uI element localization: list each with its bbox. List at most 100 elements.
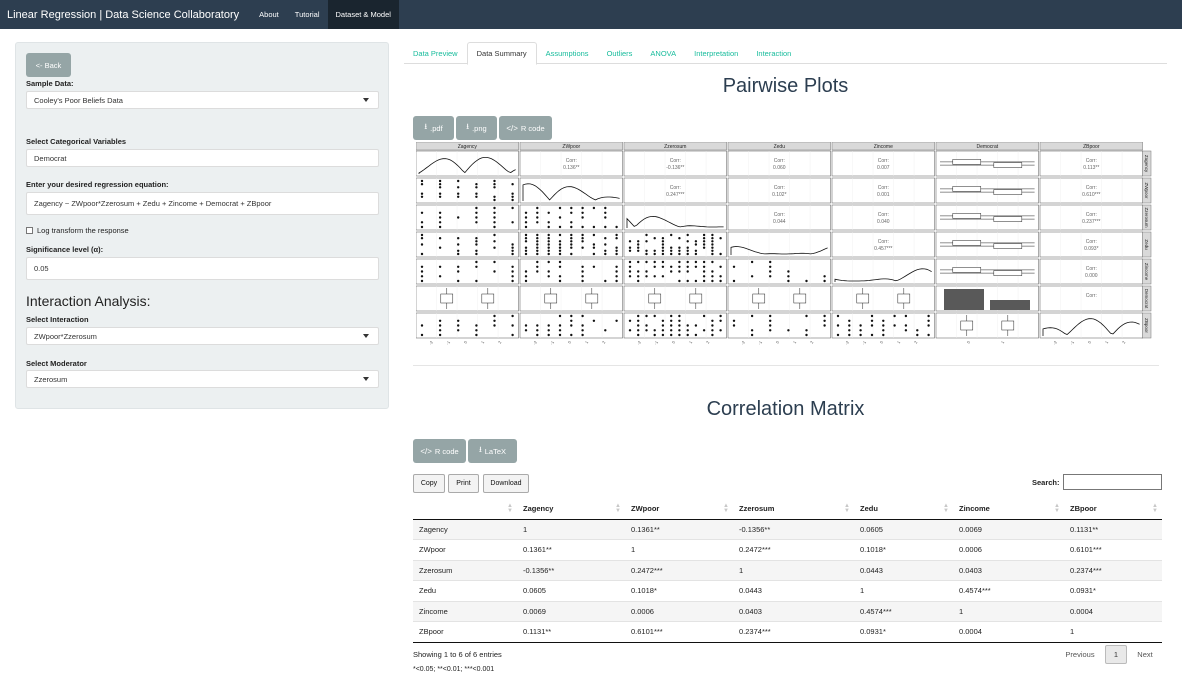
boxplot-box [856, 293, 870, 304]
scatter-point [457, 237, 460, 240]
scatter-point [438, 211, 442, 214]
search-input[interactable] [1063, 474, 1162, 490]
table-cell: 0.0006 [953, 539, 1064, 560]
scatter-point [493, 270, 496, 273]
boxplot-box [897, 293, 911, 304]
panel: Corr:-0.136** [623, 150, 727, 177]
tab-outliers[interactable]: Outliers [598, 42, 642, 64]
back-button[interactable]: <- Back [26, 53, 71, 77]
scatter-point [558, 329, 562, 332]
scatter-point [702, 275, 706, 278]
scatter-point [628, 265, 632, 268]
copy-button[interactable]: Copy [413, 474, 445, 493]
previous-page-button[interactable]: Previous [1060, 645, 1100, 664]
scatter-point [732, 319, 736, 322]
scatter-point [694, 324, 698, 327]
panel [935, 231, 1039, 258]
scatter-point [628, 275, 632, 278]
column-header[interactable]: Zagency ▲ ▼ [517, 498, 625, 520]
next-page-button[interactable]: Next [1131, 645, 1159, 664]
app-brand[interactable]: Linear Regression | Data Science Collabo… [0, 0, 251, 29]
panel [519, 258, 623, 285]
scatter-point [711, 324, 714, 327]
download-button[interactable]: Download [483, 474, 529, 493]
tab-interpretation[interactable]: Interpretation [685, 42, 747, 64]
scatter-point [570, 233, 573, 237]
x-tick-label: -1 [861, 339, 867, 345]
tab-anova[interactable]: ANOVA [641, 42, 685, 64]
panel [623, 285, 727, 312]
download-png-button[interactable]: ⭳ .png [456, 116, 497, 140]
sample-data-select[interactable]: Cooley's Poor Beliefs Data [26, 91, 379, 109]
scatter-point [524, 275, 528, 278]
column-header[interactable]: ZBpoor ▲ ▼ [1064, 498, 1162, 520]
scatter-point [893, 314, 896, 318]
x-tick-label: 2 [497, 339, 503, 344]
scatter-point [686, 249, 689, 252]
scatter-point [570, 319, 573, 322]
strip-label: Democrat [976, 144, 998, 150]
table-cell: 0.6101*** [1064, 539, 1162, 560]
pairwise-rcode-button[interactable]: </> R code [499, 116, 552, 140]
current-page-button[interactable]: 1 [1105, 645, 1127, 664]
interaction-select[interactable]: ZWpoor*Zzerosum [26, 327, 379, 345]
panel: Corr:0.007 [831, 150, 935, 177]
scatter-point [570, 211, 573, 214]
scatter-point [670, 319, 673, 322]
scatter-point [694, 265, 698, 268]
scatter-point [670, 249, 673, 252]
tab-data-preview[interactable]: Data Preview [404, 42, 467, 64]
equation-input[interactable]: Zagency ~ ZWpoor*Zzerosum + Zedu + Zinco… [26, 192, 379, 215]
categorical-input[interactable]: Democrat [26, 149, 379, 167]
scatter-point [686, 260, 689, 264]
log-transform-row[interactable]: Log transform the response [26, 226, 129, 235]
column-header[interactable]: ZWpoor ▲ ▼ [625, 498, 733, 520]
tab-assumptions[interactable]: Assumptions [537, 42, 598, 64]
print-button[interactable]: Print [448, 474, 479, 493]
scatter-point [511, 249, 514, 252]
boxplot-box [481, 293, 495, 304]
panel [935, 204, 1039, 231]
log-transform-checkbox[interactable] [26, 227, 33, 234]
tab-data-summary[interactable]: Data Summary [466, 42, 537, 65]
column-header[interactable]: ▲ ▼ [413, 498, 517, 520]
scatter-point [769, 260, 772, 264]
correlation-title: Correlation Matrix [706, 398, 865, 420]
latex-button[interactable]: ⭳ LaTeX [468, 439, 517, 463]
scatter-point [848, 324, 851, 327]
moderator-select[interactable]: Zzerosum [26, 370, 379, 388]
scatter-point [637, 279, 640, 283]
scatter-point [904, 324, 908, 327]
scatter-point [581, 246, 584, 249]
scatter-point [457, 329, 460, 332]
tab-interaction[interactable]: Interaction [747, 42, 800, 64]
x-tick-label: 2 [705, 339, 711, 344]
row-strip: Zincome [1141, 258, 1152, 285]
column-header[interactable]: Zedu ▲ ▼ [854, 498, 953, 520]
table-cell: 0.0443 [854, 559, 953, 581]
scatter-point [628, 249, 632, 252]
scatter-point [592, 206, 596, 210]
column-header[interactable]: Zincome ▲ ▼ [953, 498, 1064, 520]
significance-input[interactable]: 0.05 [26, 257, 379, 280]
scatter-point [457, 192, 460, 195]
table-cell: Zzerosum [413, 559, 517, 581]
scatter-point [637, 329, 640, 332]
panel-bg [416, 312, 519, 339]
corr-label: Corr: [1086, 212, 1097, 218]
scatter-point [475, 221, 478, 224]
scatter-point [637, 324, 640, 327]
scatter-point [457, 279, 460, 283]
download-pdf-button[interactable]: ⭳ .pdf [413, 116, 454, 140]
scatter-point [511, 314, 514, 318]
scatter-point [787, 329, 790, 332]
column-header[interactable]: Zzerosum ▲ ▼ [733, 498, 854, 520]
x-tick-label: -1 [549, 339, 555, 345]
correlation-rcode-button[interactable]: </> R code [413, 439, 466, 463]
scatter-point [686, 329, 689, 332]
nav-about[interactable]: About [251, 0, 287, 29]
scatter-point [581, 237, 584, 240]
nav-dataset-model[interactable]: Dataset & Model [327, 0, 399, 29]
nav-tutorial[interactable]: Tutorial [287, 0, 328, 29]
table-cell: 0.4574*** [953, 580, 1064, 601]
